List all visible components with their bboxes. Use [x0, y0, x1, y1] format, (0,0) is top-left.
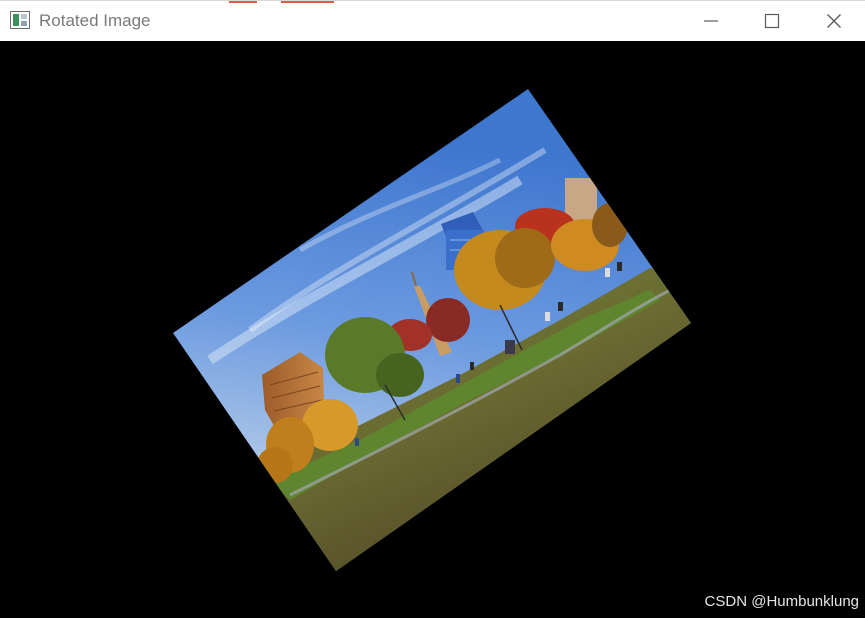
- close-button[interactable]: [803, 1, 865, 41]
- rotated-photo: [173, 89, 691, 571]
- minimize-button[interactable]: [680, 1, 742, 41]
- title-bar[interactable]: Rotated Image: [0, 0, 865, 41]
- window-title: Rotated Image: [39, 11, 151, 30]
- taskbar-accent-mark: [229, 1, 257, 3]
- taskbar-accent-mark: [281, 1, 334, 3]
- minimize-icon: [704, 20, 718, 22]
- app-window: Rotated Image CSDN @Humbunklung: [0, 0, 865, 618]
- maximize-button[interactable]: [741, 1, 803, 41]
- watermark-text: CSDN @Humbunklung: [704, 593, 859, 610]
- app-window-icon: [10, 11, 30, 29]
- close-icon: [827, 14, 841, 28]
- maximize-icon: [764, 13, 780, 29]
- image-canvas: CSDN @Humbunklung: [0, 41, 865, 618]
